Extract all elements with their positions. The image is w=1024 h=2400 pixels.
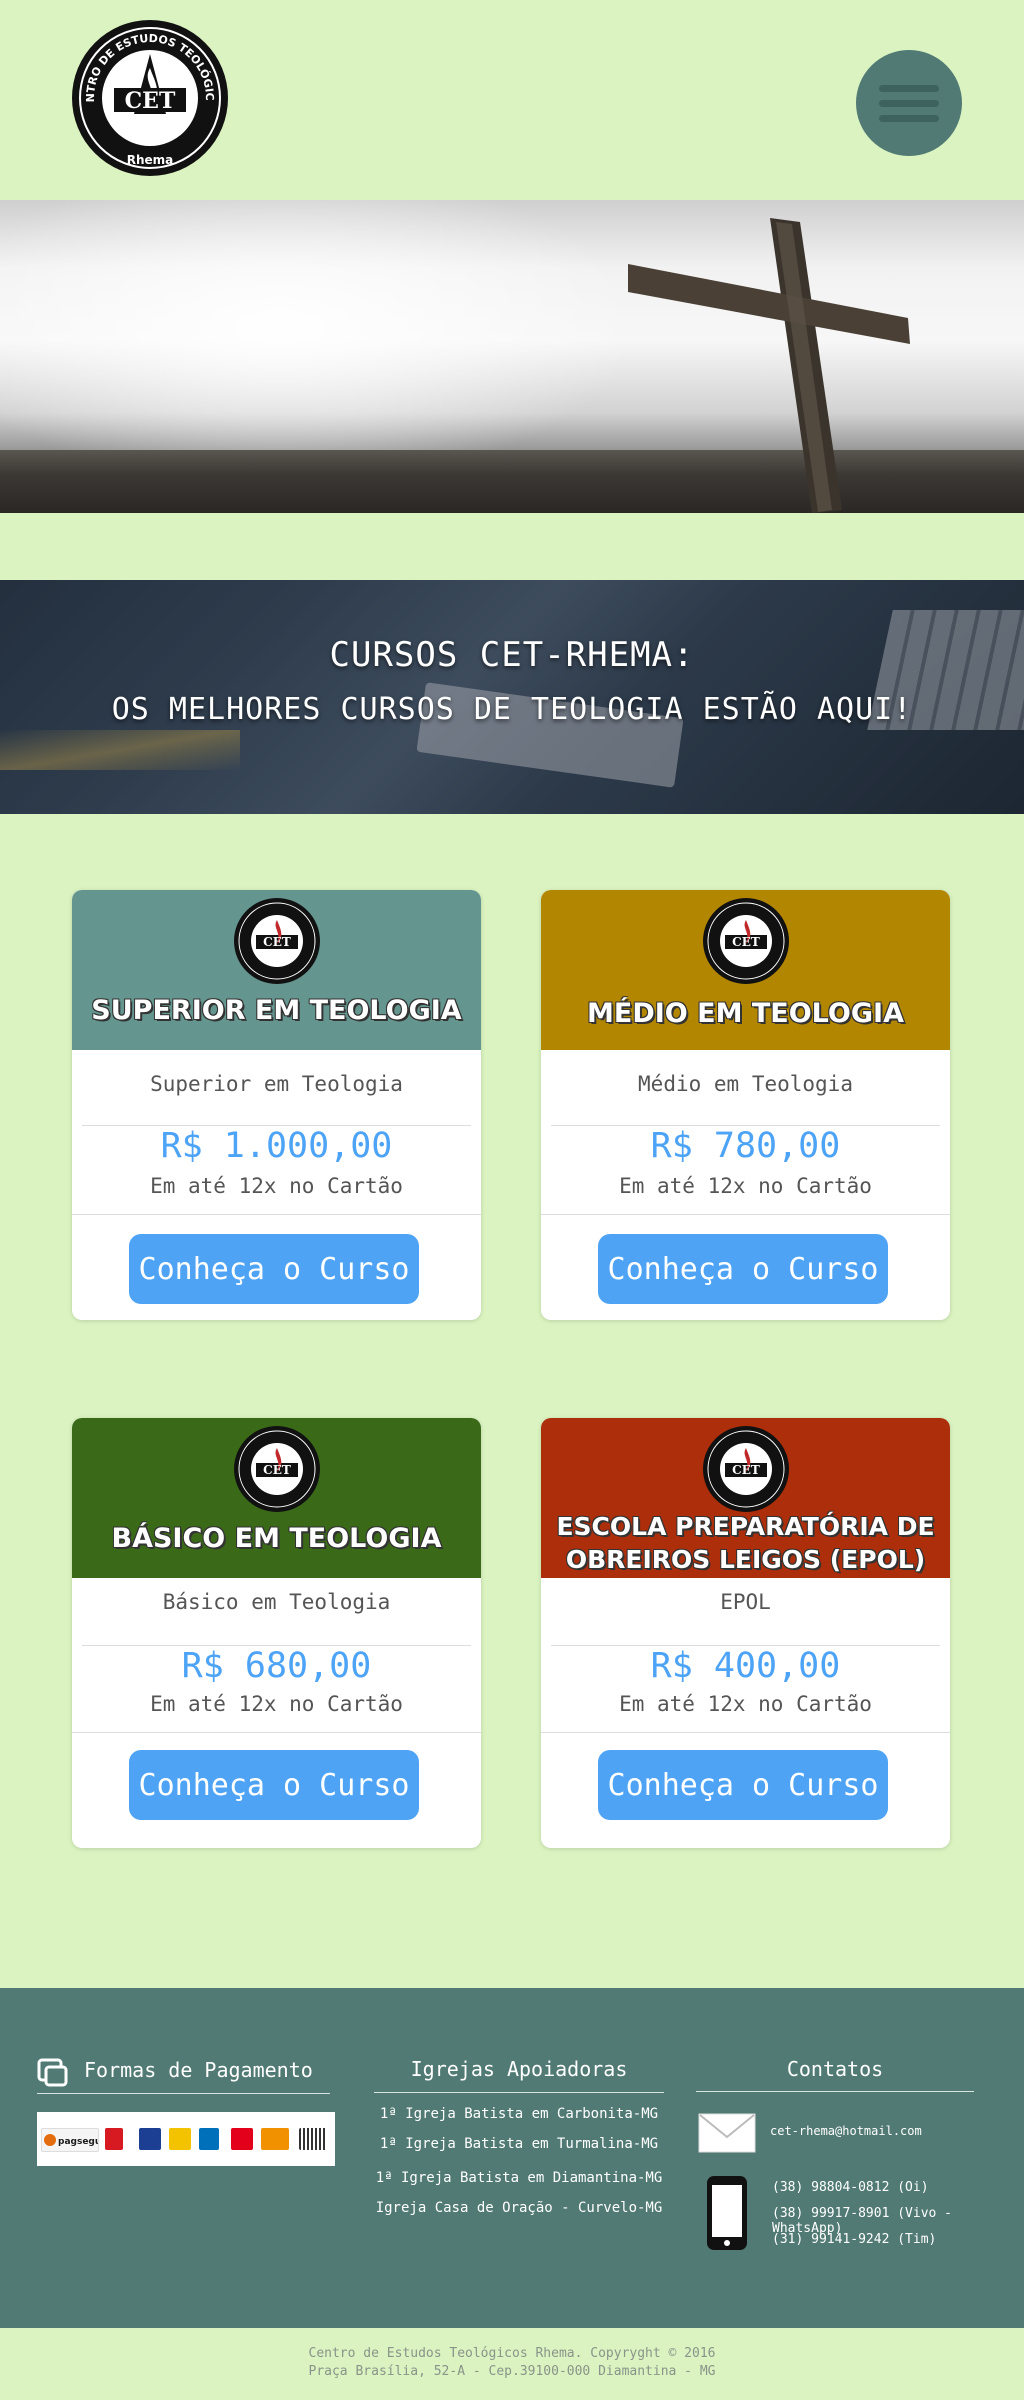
payment-methods-strip: pagseguro	[37, 2112, 335, 2166]
card-header-title: BÁSICO EM TEOLOGIA	[111, 1523, 442, 1554]
logo-bottom-text: Rhema	[127, 153, 174, 167]
churches-title: Igrejas Apoiadoras	[410, 2057, 628, 2081]
hamburger-menu-icon[interactable]	[856, 50, 962, 156]
cet-logo-icon: CET	[703, 898, 789, 984]
course-installments: Em até 12x no Cartão	[150, 1174, 403, 1198]
course-name: Superior em Teologia	[150, 1072, 403, 1096]
card-header: CET ESCOLA PREPARATÓRIA DE OBREIROS LEIG…	[541, 1418, 950, 1578]
phone-icon	[707, 2176, 747, 2250]
card-header-line: ESCOLA PREPARATÓRIA DE	[556, 1512, 935, 1541]
card-header-title: SUPERIOR EM TEOLOGIA	[91, 995, 462, 1026]
church-link[interactable]: 1ª Igreja Batista em Carbonita-MG	[374, 2106, 664, 2122]
course-installments: Em até 12x no Cartão	[150, 1692, 403, 1716]
menu-bar	[879, 85, 939, 92]
cross-icon	[628, 218, 910, 513]
address-text: Praça Brasília, 52-A - Cep.39100-000 Dia…	[308, 2364, 716, 2379]
logo-main-text: CET	[263, 935, 291, 949]
church-link[interactable]: Igreja Casa de Oração - Curvelo-MG	[374, 2200, 664, 2216]
logo-main-text: CET	[732, 935, 760, 949]
course-name: Básico em Teologia	[162, 1590, 391, 1614]
email-icon	[698, 2113, 756, 2153]
course-installments: Em até 12x no Cartão	[619, 1174, 872, 1198]
site-logo[interactable]: CENTRO DE ESTUDOS TEOLÓGICOS CET Rhema	[67, 8, 228, 178]
course-name: EPOL	[720, 1590, 771, 1614]
hero-cross-image	[0, 200, 1024, 513]
divider	[72, 1214, 481, 1215]
card-header-title: ESCOLA PREPARATÓRIA DE OBREIROS LEIGOS (…	[541, 1510, 950, 1576]
card-header-title: MÉDIO EM TEOLOGIA	[587, 998, 904, 1029]
course-name: Médio em Teologia	[638, 1072, 853, 1096]
cet-logo-icon: CET	[234, 1426, 320, 1512]
card-header: CET SUPERIOR EM TEOLOGIA	[72, 890, 481, 1050]
logo-main-text: CET	[732, 1463, 760, 1477]
contact-email[interactable]: cet-rhema@hotmail.com	[770, 2124, 922, 2138]
payment-logo-icon	[261, 2128, 289, 2150]
menu-bar	[879, 100, 939, 107]
course-button[interactable]: Conheça o Curso	[129, 1234, 419, 1304]
copyright-text: Centro de Estudos Teológicos Rhema. Copy…	[308, 2346, 716, 2361]
divider	[696, 2091, 974, 2092]
divider	[72, 1732, 481, 1733]
payment-logo-icon	[169, 2128, 191, 2150]
divider	[541, 1214, 950, 1215]
course-price: R$ 680,00	[181, 1646, 372, 1686]
cet-logo-icon: CET	[703, 1426, 789, 1512]
course-price: R$ 1.000,00	[160, 1126, 393, 1166]
logo-main-text: CET	[263, 1463, 291, 1477]
payment-logo-icon	[231, 2128, 253, 2150]
divider	[374, 2092, 664, 2093]
menu-bar	[879, 115, 939, 122]
course-card-epol: CET ESCOLA PREPARATÓRIA DE OBREIROS LEIG…	[541, 1418, 950, 1848]
church-link[interactable]: 1ª Igreja Batista em Turmalina-MG	[374, 2136, 664, 2152]
cet-logo-icon: CENTRO DE ESTUDOS TEOLÓGICOS CET Rhema	[67, 8, 228, 176]
cards-icon	[37, 2058, 68, 2087]
logo-main-text: CET	[125, 88, 176, 114]
payment-logo-icon	[139, 2128, 161, 2150]
church-link[interactable]: 1ª Igreja Batista em Diamantina-MG	[374, 2170, 664, 2186]
course-button[interactable]: Conheça o Curso	[129, 1750, 419, 1820]
card-header: CET BÁSICO EM TEOLOGIA	[72, 1418, 481, 1578]
course-installments: Em até 12x no Cartão	[619, 1692, 872, 1716]
contact-phone[interactable]: (31) 99141-9242 (Tim)	[772, 2232, 936, 2247]
payments-title: Formas de Pagamento	[84, 2058, 313, 2082]
payment-logo-icon	[199, 2128, 219, 2150]
course-price: R$ 780,00	[650, 1126, 841, 1166]
course-card-basico: CET BÁSICO EM TEOLOGIA Básico em Teologi…	[72, 1418, 481, 1848]
course-button[interactable]: Conheça o Curso	[598, 1234, 888, 1304]
divider	[541, 1732, 950, 1733]
payment-logo-icon	[105, 2128, 123, 2150]
card-header: CET MÉDIO EM TEOLOGIA	[541, 890, 950, 1050]
boleto-barcode-icon	[299, 2128, 327, 2150]
course-button[interactable]: Conheça o Curso	[598, 1750, 888, 1820]
contact-phone[interactable]: (38) 98804-0812 (Oi)	[772, 2180, 929, 2195]
svg-text:pagseguro: pagseguro	[58, 2137, 98, 2147]
course-price: R$ 400,00	[650, 1646, 841, 1686]
card-header-line: OBREIROS LEIGOS (EPOL)	[565, 1545, 926, 1574]
course-card-medio: CET MÉDIO EM TEOLOGIA Médio em Teologia …	[541, 890, 950, 1320]
pagseguro-logo-icon: pagseguro	[41, 2128, 112, 2152]
contacts-title: Contatos	[786, 2057, 884, 2081]
course-card-superior: CET SUPERIOR EM TEOLOGIA Superior em Teo…	[72, 890, 481, 1320]
cet-logo-icon: CET	[234, 898, 320, 984]
banner-title: CURSOS CET-RHEMA:	[329, 635, 695, 675]
banner-subtitle: OS MELHORES CURSOS DE TEOLOGIA ESTÃO AQU…	[111, 692, 913, 727]
divider	[37, 2093, 330, 2094]
